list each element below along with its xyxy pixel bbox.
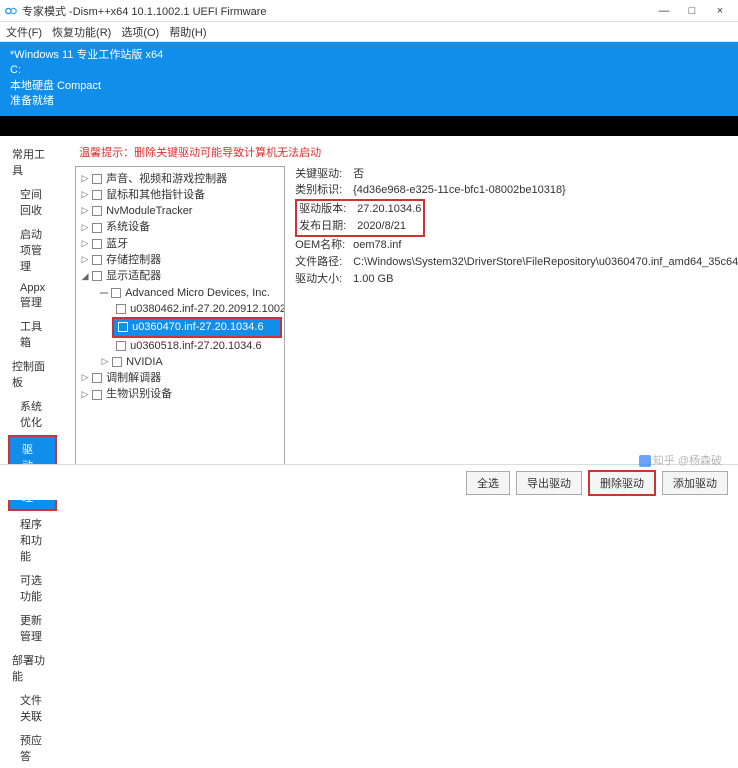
tree-node-system[interactable]: ▷系统设备 [76,219,284,235]
main-panel: 温馨提示：删除关键驱动可能导致计算机无法启动 ▷声音、视频和游戏控制器 ▷鼠标和… [65,136,738,506]
menu-options[interactable]: 选项(O) [121,24,159,40]
sidebar-item-programs[interactable]: 程序和功能 [0,512,65,568]
details-highlight: 驱动版本:27.20.1034.6 发布日期:2020/8/21 [295,199,425,237]
label-classid: 类别标识: [295,183,353,198]
footer: 全选 导出驱动 删除驱动 添加驱动 [0,464,738,500]
sidebar-item-startup[interactable]: 启动项管理 [0,222,65,278]
window-title: 专家模式 -Dism++x64 10.1.1002.1 UEFI Firmwar… [22,3,650,19]
close-button[interactable]: × [706,1,734,21]
driver-details: 关键驱动:否 类别标识:{4d36e968-e325-11ce-bfc1-080… [291,166,738,472]
label-oem: OEM名称: [295,238,353,253]
value-classid: {4d36e968-e325-11ce-bfc1-08002be10318} [353,183,738,198]
tree-node-biometric[interactable]: ▷生物识别设备 [76,386,284,402]
tree-node-nvidia[interactable]: ▷NVIDIA [76,354,284,370]
value-size: 1.00 GB [353,272,738,287]
banner-os: *Windows 11 专业工作站版 x64 [10,48,728,63]
menu-recover[interactable]: 恢复功能(R) [52,24,111,40]
tree-node-amd[interactable]: Advanced Micro Devices, Inc. [76,285,284,301]
tree-node-nvmodule[interactable]: ▷NvModuleTracker [76,203,284,219]
banner-drive: C: [10,63,728,78]
value-path: C:\Windows\System32\DriverStore\FileRepo… [353,255,738,270]
tree-node-storage[interactable]: ▷存储控制器 [76,252,284,268]
tree-node-display[interactable]: ◢显示适配器 [76,268,284,284]
label-date: 发布日期: [299,219,357,234]
tree-node-audio[interactable]: ▷声音、视频和游戏控制器 [76,171,284,187]
menubar: 文件(F) 恢复功能(R) 选项(O) 帮助(H) [0,22,738,42]
add-driver-button[interactable]: 添加驱动 [662,471,728,495]
sidebar-section-deploy: 部署功能 [0,648,65,688]
tree-leaf-driver1[interactable]: u0380462.inf-27.20.20912.1002 [76,301,284,317]
sidebar-item-update[interactable]: 更新管理 [0,608,65,648]
tree-node-bluetooth[interactable]: ▷蓝牙 [76,236,284,252]
value-version: 27.20.1034.6 [357,202,421,217]
driver-tree[interactable]: ▷声音、视频和游戏控制器 ▷鼠标和其他指针设备 ▷NvModuleTracker… [75,166,285,472]
menu-file[interactable]: 文件(F) [6,24,42,40]
sidebar-section-tools: 常用工具 [0,142,65,182]
value-date: 2020/8/21 [357,219,421,234]
sidebar-item-preanswer[interactable]: 预应答 [0,728,65,768]
sidebar: 常用工具 空间回收 启动项管理 Appx管理 工具箱 控制面板 系统优化 驱动管… [0,136,65,506]
menu-help[interactable]: 帮助(H) [169,24,206,40]
tree-leaf-driver3[interactable]: u0360518.inf-27.20.1034.6 [76,338,284,354]
tree-leaf-driver2[interactable]: u0360470.inf-27.20.1034.6 [114,319,280,335]
banner-disk: 本地硬盘 Compact [10,79,728,94]
select-all-button[interactable]: 全选 [466,471,510,495]
os-banner: *Windows 11 专业工作站版 x64 C: 本地硬盘 Compact 准… [0,42,738,116]
export-driver-button[interactable]: 导出驱动 [516,471,582,495]
content: 常用工具 空间回收 启动项管理 Appx管理 工具箱 控制面板 系统优化 驱动管… [0,136,738,506]
titlebar: 专家模式 -Dism++x64 10.1.1002.1 UEFI Firmwar… [0,0,738,22]
value-oem: oem78.inf [353,238,738,253]
delete-driver-button[interactable]: 删除驱动 [588,470,656,496]
banner-status: 准备就绪 [10,94,728,109]
app-icon [4,4,18,18]
sidebar-item-optional[interactable]: 可选功能 [0,568,65,608]
label-critical: 关键驱动: [295,167,353,182]
minimize-button[interactable]: — [650,1,678,21]
label-version: 驱动版本: [299,202,357,217]
tree-highlight: u0360470.inf-27.20.1034.6 [112,317,282,337]
tree-node-modem[interactable]: ▷调制解调器 [76,370,284,386]
tree-node-mouse[interactable]: ▷鼠标和其他指针设备 [76,187,284,203]
sidebar-item-space[interactable]: 空间回收 [0,182,65,222]
sidebar-item-sysopt[interactable]: 系统优化 [0,394,65,434]
label-size: 驱动大小: [295,272,353,287]
sidebar-item-toolbox[interactable]: 工具箱 [0,314,65,354]
value-critical: 否 [353,167,738,182]
warning-text: 温馨提示：删除关键驱动可能导致计算机无法启动 [75,142,738,166]
sidebar-item-appx[interactable]: Appx管理 [0,278,65,314]
sidebar-item-fileassoc[interactable]: 文件关联 [0,688,65,728]
label-path: 文件路径: [295,255,353,270]
sidebar-section-control: 控制面板 [0,354,65,394]
maximize-button[interactable]: □ [678,1,706,21]
